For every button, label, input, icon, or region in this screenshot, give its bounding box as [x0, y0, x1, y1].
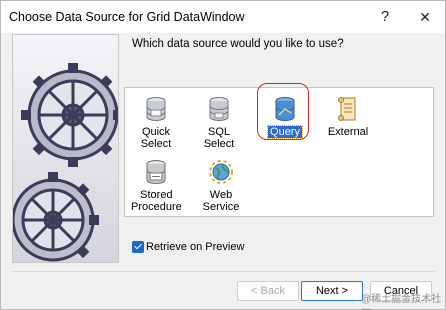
quick-select-option[interactable]: Quick Select	[129, 95, 183, 150]
scroll-icon	[338, 97, 356, 121]
stored-procedure-icon	[146, 160, 166, 184]
footer-divider	[12, 271, 435, 272]
retrieve-on-preview-checkbox[interactable]: Retrieve on Preview	[132, 241, 244, 253]
retrieve-on-preview-label: Retrieve on Preview	[146, 241, 245, 253]
option-label: SQL Select	[203, 126, 235, 150]
close-button[interactable]: ✕	[410, 5, 440, 29]
web-service-globe-icon	[209, 160, 233, 184]
window-title: Choose Data Source for Grid DataWindow	[9, 10, 245, 24]
help-button[interactable]: ?	[370, 5, 400, 29]
watermark-text: @稀土掘金技术社区	[361, 294, 442, 310]
checkbox-checked-icon[interactable]	[132, 241, 144, 253]
gears-illustration	[12, 34, 119, 263]
back-button[interactable]: < Back	[237, 281, 299, 301]
option-label: Quick Select	[140, 126, 172, 150]
title-bar: Choose Data Source for Grid DataWindow ?…	[1, 1, 445, 33]
data-source-question: Which data source would you like to use?	[132, 38, 344, 50]
database-cylinder-icon	[146, 97, 166, 121]
external-option[interactable]: External	[319, 95, 377, 138]
web-service-option[interactable]: Web Service	[191, 158, 251, 213]
option-label: Web Service	[202, 189, 240, 213]
sql-select-option[interactable]: SQL Select	[191, 95, 247, 150]
next-button[interactable]: Next >	[301, 281, 363, 301]
option-label: Stored Procedure	[131, 189, 182, 213]
selection-highlight-ring	[257, 83, 309, 140]
option-label: External	[327, 126, 369, 138]
database-stack-icon	[209, 97, 229, 121]
stored-procedure-option[interactable]: Stored Procedure	[129, 158, 183, 213]
dialog-window: Choose Data Source for Grid DataWindow ?…	[0, 0, 446, 310]
